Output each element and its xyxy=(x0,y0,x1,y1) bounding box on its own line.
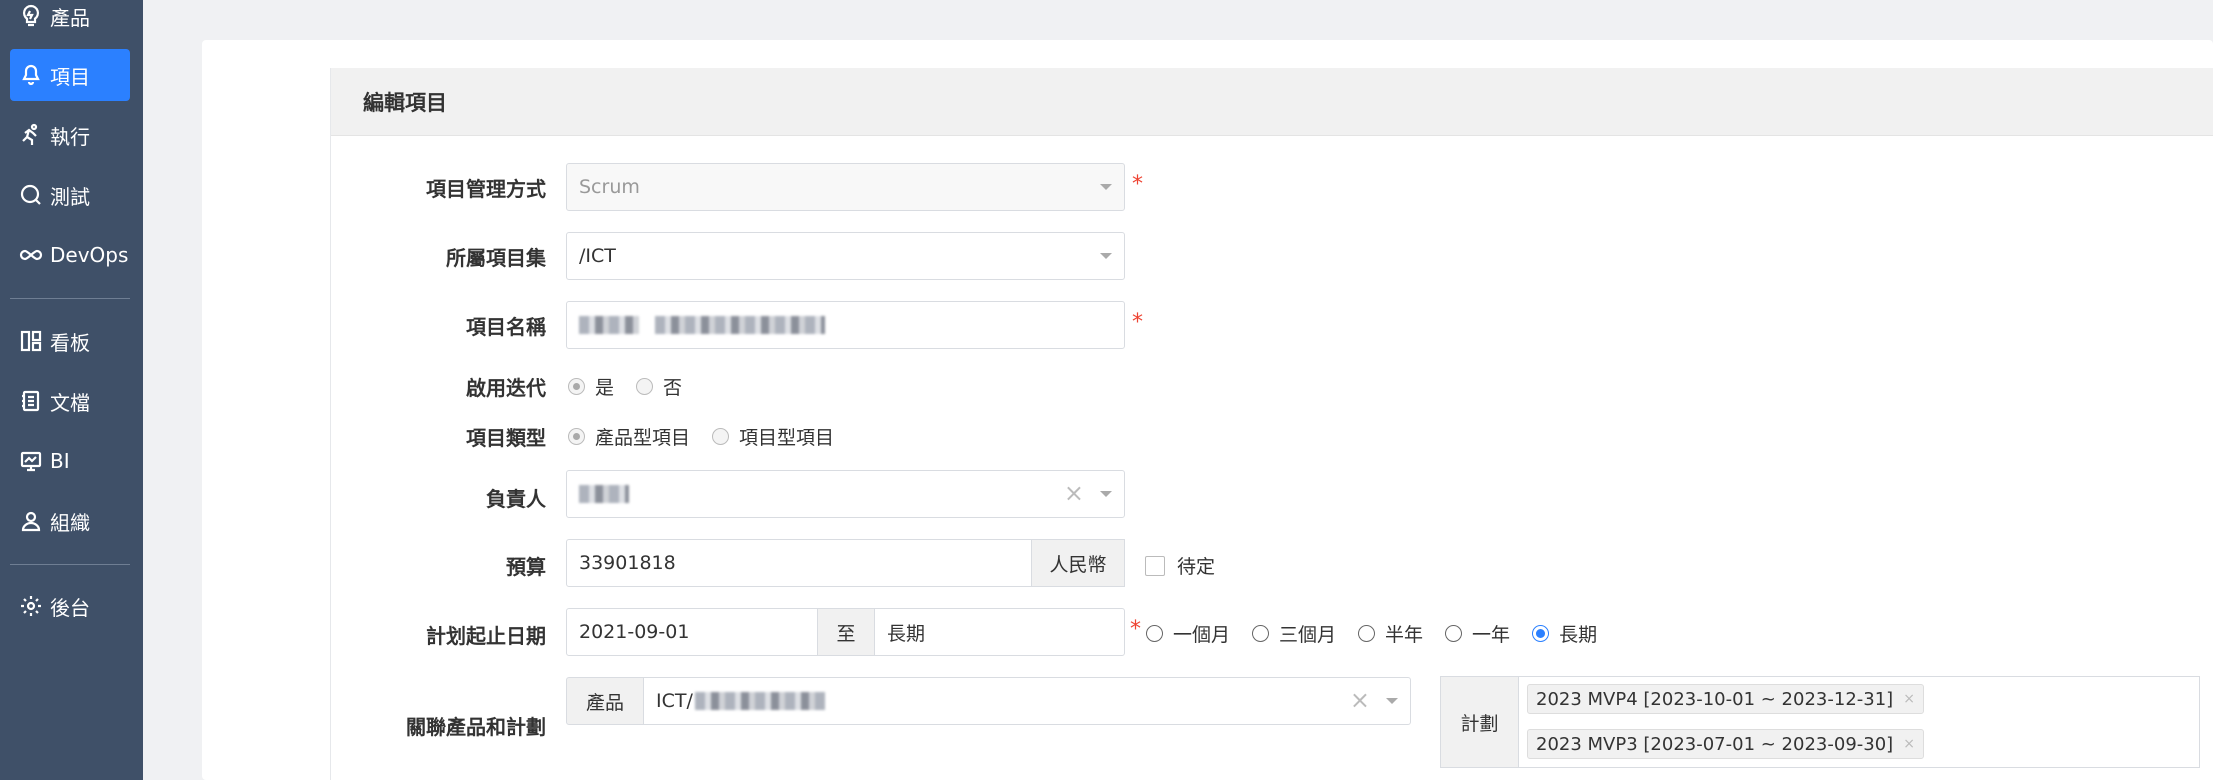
required-mark: * xyxy=(1132,172,1143,197)
plan-addon: 計劃 xyxy=(1441,677,1519,767)
sidebar-item-label: 項目 xyxy=(50,64,90,89)
search-circle-icon xyxy=(18,182,44,208)
user-icon xyxy=(18,508,44,534)
chevron-down-icon xyxy=(1100,253,1112,259)
management-select: Scrum xyxy=(566,163,1125,211)
sidebar-divider xyxy=(10,298,130,299)
duration-radio-group: 一個月 三個月 半年 一年 長期 xyxy=(1146,620,1619,647)
product-addon: 產品 xyxy=(566,677,644,725)
iteration-option-no[interactable]: 否 xyxy=(636,373,682,400)
duration-option-1m[interactable]: 一個月 xyxy=(1146,620,1230,647)
budget-label: 預算 xyxy=(506,555,546,579)
clear-icon[interactable]: × xyxy=(1350,686,1370,714)
required-mark: * xyxy=(1130,617,1141,642)
sidebar-item-admin[interactable]: 後台 xyxy=(10,580,130,632)
type-option-product[interactable]: 產品型項目 xyxy=(568,423,690,450)
redacted-text xyxy=(694,692,825,710)
plan-tag[interactable]: 2023 MVP4 [2023-10-01 ~ 2023-12-31] × xyxy=(1527,684,1924,714)
product-select[interactable]: ICT/ × xyxy=(643,677,1411,725)
begin-date-input[interactable]: 2021-09-01 xyxy=(566,608,818,656)
sidebar-item-product[interactable]: 產品 xyxy=(10,0,130,42)
sidebar-item-label: 產品 xyxy=(50,5,90,30)
owner-select[interactable]: × xyxy=(566,470,1125,518)
sidebar-item-project[interactable]: 項目 xyxy=(10,49,130,101)
sidebar-item-devops[interactable]: DevOps xyxy=(10,229,130,281)
remove-icon[interactable]: × xyxy=(1903,691,1915,707)
sidebar-item-label: 看板 xyxy=(50,330,90,355)
program-select[interactable]: /ICT xyxy=(566,232,1125,280)
type-label: 項目類型 xyxy=(466,426,546,450)
program-label: 所屬項目集 xyxy=(446,246,546,270)
required-mark: * xyxy=(1132,310,1143,335)
name-label: 項目名稱 xyxy=(466,315,546,339)
owner-label: 負責人 xyxy=(486,487,546,511)
chevron-down-icon xyxy=(1100,184,1112,190)
lightbulb-icon xyxy=(18,3,44,29)
redacted-text xyxy=(579,485,629,503)
budget-pending[interactable]: 待定 xyxy=(1145,552,1215,579)
linked-label: 關聯產品和計劃 xyxy=(406,715,546,739)
sidebar-divider xyxy=(10,564,130,565)
document-icon xyxy=(18,388,44,414)
clear-icon[interactable]: × xyxy=(1064,479,1084,507)
duration-option-long[interactable]: 長期 xyxy=(1532,620,1597,647)
bell-icon xyxy=(18,62,44,88)
sidebar-item-label: 文檔 xyxy=(50,390,90,415)
date-separator: 至 xyxy=(817,608,875,656)
type-option-project[interactable]: 項目型項目 xyxy=(712,423,834,450)
form-title: 編輯項目 xyxy=(331,68,2213,136)
duration-option-3m[interactable]: 三個月 xyxy=(1252,620,1336,647)
gear-icon xyxy=(18,593,44,619)
remove-icon[interactable]: × xyxy=(1903,736,1915,752)
pending-checkbox[interactable] xyxy=(1145,555,1165,576)
chevron-down-icon xyxy=(1100,491,1112,497)
redacted-text xyxy=(655,316,825,334)
sidebar-item-label: 執行 xyxy=(50,124,90,149)
sidebar-item-execution[interactable]: 執行 xyxy=(10,109,130,161)
kanban-icon xyxy=(18,328,44,354)
sidebar-item-kanban[interactable]: 看板 xyxy=(10,315,130,367)
currency-addon[interactable]: 人民幣 xyxy=(1031,539,1125,587)
duration-option-6m[interactable]: 半年 xyxy=(1358,620,1423,647)
end-date-input[interactable]: 長期 xyxy=(874,608,1125,656)
dates-label: 計划起止日期 xyxy=(426,624,546,648)
iteration-option-yes[interactable]: 是 xyxy=(568,373,614,400)
redacted-text xyxy=(579,316,639,334)
plan-tag[interactable]: 2023 MVP3 [2023-07-01 ~ 2023-09-30] × xyxy=(1527,729,1924,759)
type-radio-group: 產品型項目 項目型項目 xyxy=(568,423,856,450)
management-label: 項目管理方式 xyxy=(426,177,546,201)
project-name-input[interactable] xyxy=(566,301,1125,349)
sidebar-item-org[interactable]: 組織 xyxy=(10,495,130,547)
iteration-label: 啟用迭代 xyxy=(466,376,546,400)
sidebar-item-label: 組織 xyxy=(50,510,90,535)
sidebar-item-test[interactable]: 測試 xyxy=(10,169,130,221)
monitor-icon xyxy=(18,448,44,474)
sidebar-item-label: BI xyxy=(50,449,70,473)
plan-select[interactable]: 計劃 2023 MVP4 [2023-10-01 ~ 2023-12-31] × … xyxy=(1440,676,2200,768)
sidebar: 產品 項目 執行 測試 DevOps 看板 文檔 BI 組織 後台 xyxy=(0,0,143,780)
duration-option-1y[interactable]: 一年 xyxy=(1445,620,1510,647)
sidebar-item-label: 後台 xyxy=(50,595,90,620)
iteration-radio-group: 是 否 xyxy=(568,373,704,400)
sidebar-item-docs[interactable]: 文檔 xyxy=(10,375,130,427)
sidebar-item-label: DevOps xyxy=(50,243,129,267)
chevron-down-icon xyxy=(1386,698,1398,704)
budget-input[interactable]: 33901818 xyxy=(566,539,1032,587)
sidebar-item-label: 測試 xyxy=(50,184,90,209)
running-icon xyxy=(18,122,44,148)
infinity-icon xyxy=(18,242,44,268)
sidebar-item-bi[interactable]: BI xyxy=(10,435,130,487)
